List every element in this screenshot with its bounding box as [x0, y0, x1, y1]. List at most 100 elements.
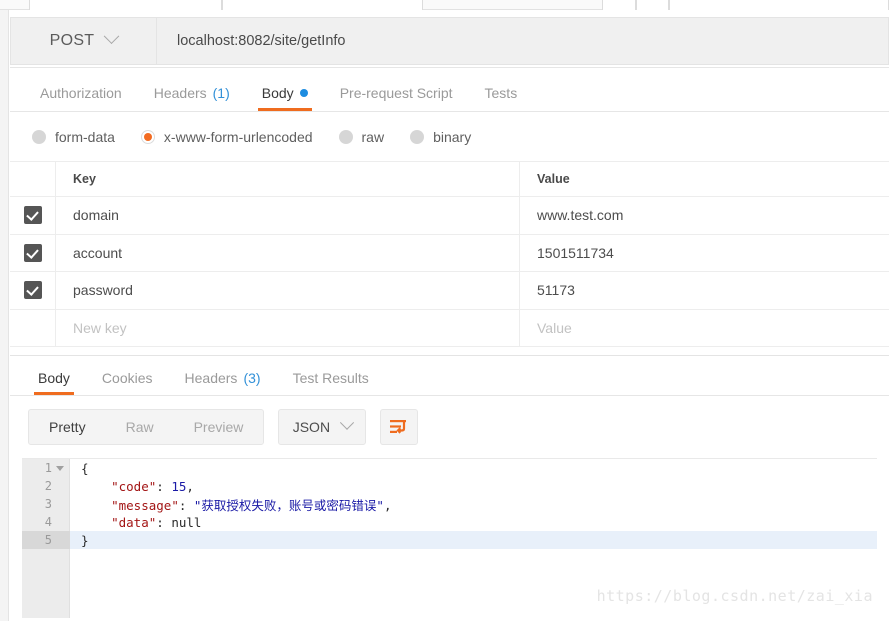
tab-label: Body: [38, 370, 70, 386]
http-method-selector[interactable]: POST: [10, 16, 156, 65]
chevron-down-icon: [339, 415, 355, 430]
response-tab-test-results[interactable]: Test Results: [277, 371, 385, 395]
response-tab-cookies[interactable]: Cookies: [86, 371, 169, 395]
tab-pre-request-script[interactable]: Pre-request Script: [324, 86, 469, 111]
request-tabs: Authorization Headers (1) Body Pre-reque…: [10, 68, 889, 112]
row-key[interactable]: domain: [56, 197, 520, 234]
table-row: account 1501511734: [10, 234, 889, 272]
checkbox-checked-icon[interactable]: [23, 206, 42, 225]
response-format-label: JSON: [292, 419, 331, 435]
radio-label: form-data: [55, 128, 115, 145]
radio-icon: [32, 129, 46, 144]
tab-count: (3): [243, 370, 261, 386]
radio-label: binary: [433, 128, 472, 145]
new-key-input[interactable]: New key: [56, 309, 520, 346]
tab-body[interactable]: Body: [246, 86, 324, 111]
response-tab-body[interactable]: Body: [22, 371, 86, 395]
row-value[interactable]: 1501511734: [520, 235, 889, 272]
code-text: {: [81, 460, 89, 476]
tab-label: Headers: [153, 85, 207, 101]
tab-label: Body: [261, 85, 294, 101]
tab-label: Cookies: [101, 370, 153, 386]
tab-label: Test Results: [292, 370, 369, 386]
row-value[interactable]: 51173: [520, 272, 889, 309]
radio-binary[interactable]: binary: [410, 129, 471, 145]
tab-authorization[interactable]: Authorization: [24, 86, 138, 111]
header-check-cell: [10, 162, 56, 196]
tab-label: Pre-request Script: [339, 85, 453, 101]
tab-label: Authorization: [40, 85, 122, 101]
url-bar: POST localhost:8082/site/getInfo: [10, 10, 889, 68]
code-text: }: [81, 532, 89, 548]
http-method-label: POST: [49, 31, 95, 49]
response-format-selector[interactable]: JSON: [278, 409, 367, 445]
response-tabs: Body Cookies Headers (3) Test Results: [10, 356, 889, 396]
response-toolbar: Pretty Raw Preview JSON: [10, 396, 889, 458]
radio-form-data[interactable]: form-data: [32, 129, 115, 145]
chrome-segment: [636, 0, 669, 10]
radio-icon: [338, 129, 353, 144]
line-number: 4: [44, 515, 52, 529]
new-row-checkbox-cell: [10, 309, 56, 346]
header-value: Value: [537, 172, 570, 186]
view-mode-raw[interactable]: Raw: [106, 410, 174, 444]
tab-label: Tests: [484, 85, 518, 101]
code-line[interactable]: 1{: [22, 459, 877, 477]
line-number: 3: [44, 497, 52, 511]
radio-raw[interactable]: raw: [338, 128, 385, 145]
code-line[interactable]: 5}: [22, 531, 877, 549]
row-key[interactable]: account: [56, 234, 520, 271]
table-new-row: New key Value: [10, 309, 889, 347]
window-chrome-strip: [0, 0, 889, 10]
chrome-segment: [669, 0, 889, 10]
view-mode-group: Pretty Raw Preview: [28, 409, 265, 445]
row-value[interactable]: www.test.com: [520, 197, 889, 234]
row-key[interactable]: password: [56, 272, 520, 309]
radio-label: x-www-form-urlencoded: [163, 128, 313, 145]
row-checkbox-cell: [10, 234, 56, 271]
radio-x-www-form-urlencoded[interactable]: x-www-form-urlencoded: [140, 128, 313, 145]
params-table: Key Value domain www.test.com account 15…: [10, 162, 889, 347]
code-text: "data": null: [111, 514, 202, 530]
panel-divider[interactable]: [10, 348, 889, 356]
chevron-down-icon: [104, 28, 120, 45]
checkbox-checked-icon[interactable]: [23, 243, 42, 262]
tab-headers[interactable]: Headers (1): [138, 86, 246, 111]
code-line[interactable]: 3 "message": "获取授权失败，账号或密码错误",: [22, 495, 877, 513]
tab-label: Headers: [184, 370, 238, 386]
fold-toggle-icon[interactable]: [56, 465, 64, 471]
chrome-segment: [222, 0, 423, 10]
checkbox-checked-icon[interactable]: [23, 281, 42, 300]
line-number: 1: [22, 459, 70, 477]
body-type-radio-group: form-data x-www-form-urlencoded raw bina…: [10, 112, 889, 162]
chrome-segment: [602, 0, 636, 10]
table-header-row: Key Value: [10, 162, 889, 197]
response-tab-headers[interactable]: Headers (3): [169, 371, 277, 395]
radio-label: raw: [361, 128, 385, 145]
left-rail: [0, 10, 9, 621]
word-wrap-toggle[interactable]: [380, 409, 419, 445]
tab-tests[interactable]: Tests: [469, 86, 534, 111]
code-line[interactable]: 2 "code": 15,: [22, 477, 877, 495]
new-value-input[interactable]: Value: [520, 310, 889, 347]
table-row: domain www.test.com: [10, 197, 889, 235]
watermark: https://blog.csdn.net/zai_xia: [596, 587, 873, 605]
code-text: "code": 15,: [111, 478, 194, 494]
table-row: password 51173: [10, 272, 889, 310]
radio-icon: [410, 129, 425, 144]
view-mode-pretty[interactable]: Pretty: [29, 410, 106, 444]
header-key: Key: [56, 162, 520, 196]
request-url-text: localhost:8082/site/getInfo: [177, 32, 346, 49]
modified-dot-icon: [299, 89, 308, 97]
word-wrap-icon: [390, 420, 407, 434]
code-line[interactable]: 4 "data": null: [22, 513, 877, 531]
request-response-pane: POST localhost:8082/site/getInfo Authori…: [10, 10, 889, 621]
radio-selected-icon: [140, 129, 155, 144]
line-number: 5: [22, 531, 70, 549]
request-url-input[interactable]: localhost:8082/site/getInfo: [156, 16, 889, 65]
tab-count: (1): [212, 85, 230, 101]
view-mode-preview[interactable]: Preview: [174, 410, 264, 444]
row-checkbox-cell: [10, 272, 56, 309]
row-checkbox-cell: [10, 197, 56, 234]
line-number: 2: [44, 479, 52, 493]
